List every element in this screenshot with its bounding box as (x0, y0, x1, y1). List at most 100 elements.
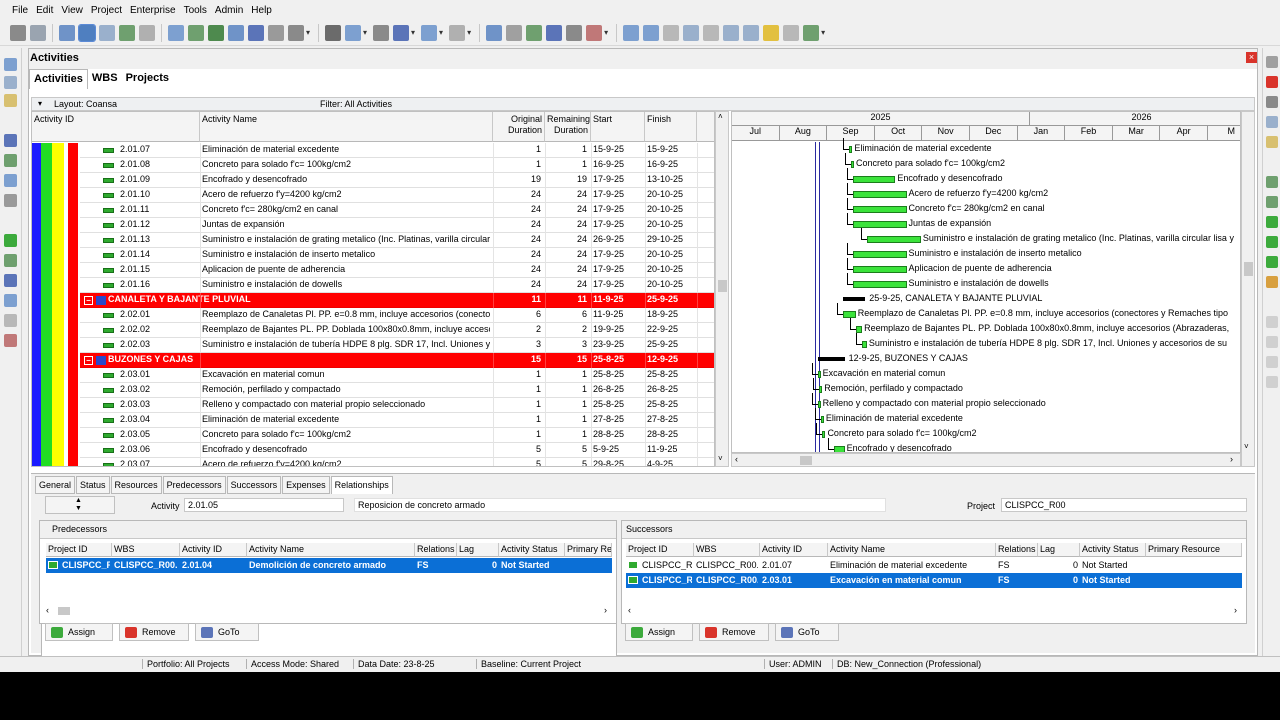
menu-edit[interactable]: Edit (32, 5, 57, 16)
delete-icon[interactable] (1266, 76, 1278, 88)
print-preview-icon[interactable] (30, 24, 46, 41)
column-header-wbs[interactable]: WBS (694, 543, 760, 557)
scroll-left-icon[interactable]: ‹ (628, 605, 631, 615)
scroll-left-icon[interactable]: ‹ (46, 605, 49, 615)
column-header-start[interactable]: Start (591, 112, 645, 142)
gantt-vertical-scrollbar[interactable]: ˅ (1241, 111, 1255, 467)
menu-help[interactable]: Help (247, 5, 276, 16)
menu-tools[interactable]: Tools (180, 5, 211, 16)
scroll-right-icon[interactable]: › (1230, 454, 1233, 464)
column-header-original-duration[interactable]: Original Duration (493, 112, 545, 142)
chart-options-icon[interactable] (139, 24, 155, 41)
gantt-activity-bar[interactable] (843, 311, 856, 318)
notebook-icon[interactable] (763, 24, 780, 41)
activity-row[interactable]: 2.01.08 Concreto para solado f'c= 100kg/c… (32, 158, 714, 173)
gantt-activity-bar[interactable] (852, 266, 907, 273)
filter-layout-icon[interactable] (228, 24, 244, 41)
activity-row[interactable]: 2.01.09 Encofrado y desencofrado 19 19 17-9-… (32, 173, 714, 188)
gantt-activity-bar[interactable] (852, 191, 907, 198)
gantt-activity-bar[interactable] (852, 176, 896, 183)
project-field[interactable]: CLISPCC_R00 (1001, 498, 1247, 512)
gantt-activity-bar[interactable] (817, 371, 821, 378)
scrollbar-thumb[interactable] (718, 280, 727, 292)
gantt-activity-bar[interactable] (822, 431, 826, 438)
column-header-activity-id[interactable]: Activity ID (32, 112, 200, 142)
column-header-primary-resource[interactable]: Primary Resource (1146, 543, 1242, 557)
column-header-activity-name[interactable]: Activity Name (828, 543, 996, 557)
tracking-icon[interactable] (4, 194, 17, 207)
zoom-out-icon[interactable] (643, 24, 660, 41)
activity-row[interactable]: 2.01.12 Juntas de expansión 24 24 17-9-25 20-… (32, 218, 714, 233)
activity-row[interactable]: 2.01.14 Suministro e instalación de inser… (32, 248, 714, 263)
projects-icon[interactable] (4, 58, 17, 71)
chevron-down-icon[interactable]: ▾ (306, 28, 310, 37)
activity-row[interactable]: 2.03.07 Acero de refuerzo f'y=4200 kg/cm2… (32, 458, 714, 466)
activity-row[interactable]: 2.03.03 Relleno y compactado con material… (32, 398, 714, 413)
activity-row[interactable]: 2.01.10 Acero de refuerzo f'y=4200 kg/cm2… (32, 188, 714, 203)
activity-row[interactable]: 2.03.06 Encofrado y desencofrado 5 5 5-9-25 1… (32, 443, 714, 458)
calendar-icon[interactable] (4, 134, 17, 147)
tab-expenses[interactable]: Expenses (282, 476, 330, 494)
wbs-icon[interactable] (4, 76, 17, 89)
tab-resources[interactable]: Resources (110, 476, 162, 494)
tab-successors[interactable]: Successors (226, 476, 282, 494)
gantt-activity-bar[interactable] (852, 206, 907, 213)
gantt-activity-bar[interactable] (817, 401, 821, 408)
move-left-icon[interactable] (1266, 356, 1278, 368)
expenses-icon[interactable] (4, 274, 17, 287)
gantt-activity-bar[interactable] (852, 281, 907, 288)
column-header-primary-re[interactable]: Primary Re (565, 543, 612, 557)
chevron-down-icon[interactable]: ▾ (439, 28, 443, 37)
close-icon[interactable]: × (1246, 52, 1257, 63)
collapse-icon[interactable] (683, 24, 700, 41)
activity-row[interactable]: 2.02.02 Reemplazo de Bajantes PL. PP. Dob… (32, 323, 714, 338)
gantt-activity-bar[interactable] (833, 446, 845, 452)
gantt-activity-bar[interactable] (849, 146, 853, 153)
menu-file[interactable]: File (8, 5, 32, 16)
gantt-activity-bar[interactable] (852, 221, 907, 228)
column-header-relations[interactable]: Relations (415, 543, 457, 557)
activity-name-field[interactable]: Reposicion de concreto armado (354, 498, 886, 512)
notes-icon[interactable] (1266, 276, 1278, 288)
assign-roles-icon[interactable] (1266, 196, 1278, 208)
reports-icon[interactable] (4, 174, 17, 187)
delete-link-icon[interactable] (586, 24, 603, 41)
gantt-summary-bar[interactable] (843, 297, 866, 301)
find-icon[interactable] (506, 24, 523, 41)
activity-row[interactable]: 2.02.01 Reemplazo de Canaletas Pl. PP. e=… (32, 308, 714, 323)
chevron-down-icon[interactable]: ▾ (411, 28, 415, 37)
layout-icon[interactable] (168, 24, 184, 41)
wbs-group-row[interactable]: − BUZONES Y CAJAS 15 15 25-8-25 12-9-25 (32, 353, 714, 368)
progress-line-icon[interactable] (703, 24, 720, 41)
tools-icon[interactable] (566, 24, 583, 41)
column-header-lag[interactable]: Lag (1038, 543, 1080, 557)
collapse-icon[interactable]: − (84, 296, 93, 305)
wbs-group-row[interactable]: − CANALETA Y BAJANTE PLUVIAL 11 11 11-9-25 25… (32, 293, 714, 308)
chevron-down-icon[interactable]: ▾ (467, 28, 471, 37)
menu-view[interactable]: View (57, 5, 87, 16)
scrollbar-thumb[interactable] (58, 607, 70, 615)
menu-project[interactable]: Project (87, 5, 126, 16)
column-header-activity-id[interactable]: Activity ID (180, 543, 247, 557)
scroll-right-icon[interactable]: › (604, 605, 607, 615)
scroll-up-icon[interactable]: ˄ (718, 112, 723, 121)
assignments-icon[interactable] (4, 254, 17, 267)
remove-predecessor-button[interactable]: Remove (119, 623, 189, 641)
menu-admin[interactable]: Admin (211, 5, 247, 16)
activity-row[interactable]: 2.03.05 Concreto para solado f'c= 100kg/c… (32, 428, 714, 443)
successor-row[interactable]: CLISPCC_R CLISPCC_R00. 2.03.01 Excavación e… (626, 573, 1242, 588)
scrollbar-thumb[interactable] (1244, 262, 1253, 276)
scroll-left-icon[interactable]: ‹ (735, 454, 738, 464)
folder-icon[interactable] (4, 94, 17, 107)
activity-navigator[interactable]: ▲ ▼ (45, 496, 115, 514)
activity-row[interactable]: 2.01.16 Suministro e instalación de dowel… (32, 278, 714, 293)
chevron-down-icon[interactable]: ▾ (821, 28, 825, 37)
gantt-activity-bar[interactable] (819, 386, 823, 393)
goto-successor-button[interactable]: GoTo (775, 623, 839, 641)
gantt-summary-bar[interactable] (817, 357, 845, 361)
activity-row[interactable]: 2.01.15 Aplicacion de puente de adherenci… (32, 263, 714, 278)
layout-bar[interactable]: ▾ Layout: Coansa Filter: All Activities (31, 97, 1255, 111)
scroll-down-icon[interactable]: ˅ (1244, 442, 1249, 451)
add-icon[interactable] (1266, 56, 1278, 68)
globe-icon[interactable] (803, 24, 820, 41)
